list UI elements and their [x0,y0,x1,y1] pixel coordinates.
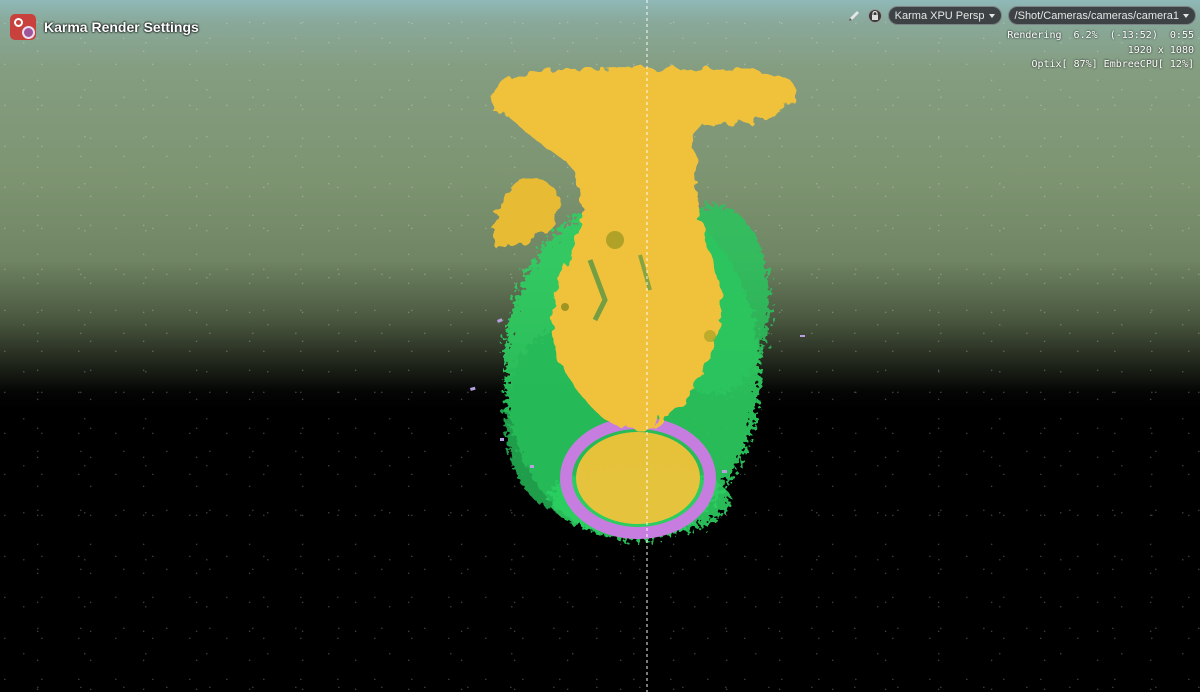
render-resolution: 1920 x 1080 [1127,44,1194,56]
chevron-down-icon [1183,13,1189,18]
render-devices: Optix[ 87%] EmbreeCPU[ 12%] [1031,59,1194,70]
karma-render-icon [10,14,36,40]
render-status-line: Rendering 6.2% (-13:52) 0:55 [1007,29,1194,44]
rendered-scene [470,0,805,692]
viewport-toolbar: Karma XPU Persp /Shot/Cameras/cameras/ca… [846,6,1196,25]
render-stats: Rendering 6.2% (-13:52) 0:55 1920 x 1080 O… [1007,29,1194,73]
render-status: Rendering [1007,30,1062,41]
renderer-dropdown[interactable]: Karma XPU Persp [887,6,1002,25]
viewport-title: Karma Render Settings [10,14,199,40]
renderer-label: Karma XPU Persp [894,9,985,22]
pencil-icon[interactable] [846,8,862,24]
camera-dropdown[interactable]: /Shot/Cameras/cameras/camera1 [1007,6,1196,25]
render-viewport[interactable]: Karma Render Settings Karma XPU Persp /S… [0,0,1200,692]
purple-ring [560,417,716,539]
render-elapsed: 0:55 [1169,30,1194,41]
viewport-title-text: Karma Render Settings [44,19,199,35]
chevron-down-icon [988,13,995,18]
camera-path-label: /Shot/Cameras/cameras/camera1 [1014,9,1179,22]
render-progress: 6.2% [1073,30,1098,41]
render-time-remaining: (-13:52) [1109,30,1158,41]
lock-icon[interactable] [867,8,882,23]
